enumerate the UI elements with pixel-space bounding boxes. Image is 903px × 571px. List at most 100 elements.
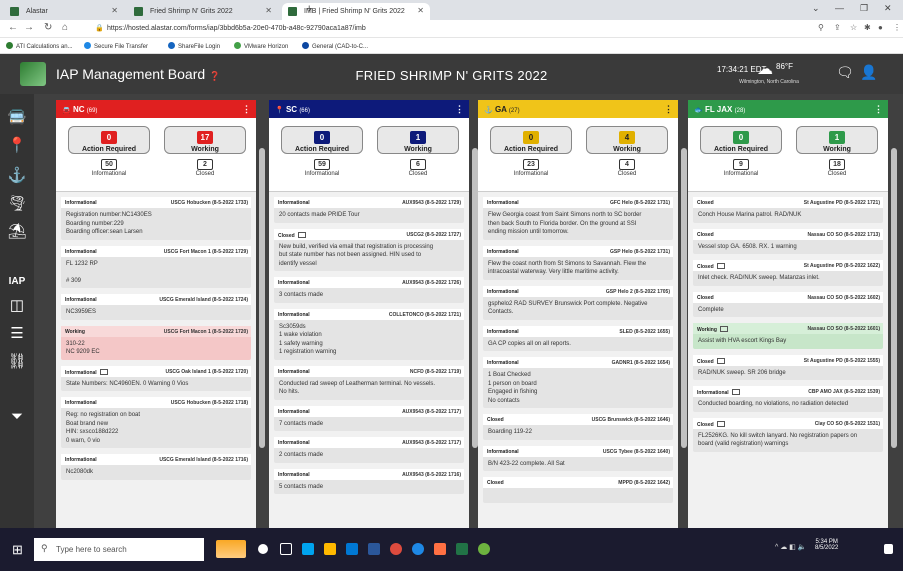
working-stat[interactable]: 1 Working bbox=[796, 126, 878, 154]
close-window-icon[interactable]: ✕ bbox=[884, 3, 892, 14]
working-stat[interactable]: 17 Working bbox=[164, 126, 246, 154]
firefox-icon[interactable] bbox=[434, 543, 446, 555]
notification-icon[interactable] bbox=[884, 544, 893, 554]
column-menu-icon[interactable]: ⋮ bbox=[664, 104, 673, 115]
column-scrollbar[interactable] bbox=[681, 148, 687, 448]
report-card[interactable]: Closed USCG2 (8-5-2022 1727) New build, ve… bbox=[274, 228, 464, 271]
report-card[interactable]: Informational AUX9543 (8-5-2022 1716) 5 co… bbox=[274, 468, 464, 494]
column-menu-icon[interactable]: ⋮ bbox=[455, 104, 464, 115]
attachment-icon[interactable] bbox=[731, 389, 740, 395]
working-stat[interactable]: 1 Working bbox=[377, 126, 459, 154]
report-card[interactable]: Closed St Augustine PD (8-5-2022 1622) Inl… bbox=[693, 260, 883, 286]
excel-icon[interactable] bbox=[456, 543, 468, 555]
back-icon[interactable]: ← bbox=[8, 22, 18, 33]
action-required-stat[interactable]: 0 Action Required bbox=[68, 126, 150, 154]
report-card[interactable]: Informational GADNR1 (8-5-2022 1654) 1 Boa… bbox=[483, 357, 673, 408]
iap-link[interactable]: IAP bbox=[0, 276, 34, 287]
closed-stat[interactable]: 6 Closed bbox=[377, 159, 459, 177]
report-card[interactable]: Closed St Augustine PD (8-5-2022 1721) Con… bbox=[693, 197, 883, 223]
bookmark-vmware[interactable]: VMware Horizon bbox=[234, 42, 288, 50]
attachment-icon[interactable] bbox=[716, 263, 725, 269]
action-required-stat[interactable]: 0 Action Required bbox=[490, 126, 572, 154]
outlook-icon[interactable] bbox=[346, 543, 358, 555]
working-stat[interactable]: 4 Working bbox=[586, 126, 668, 154]
report-card[interactable]: Informational USCG Hobucken (8-5-2022 173… bbox=[61, 197, 251, 240]
report-card[interactable]: Informational USCG Tybee (8-5-2022 1640) B… bbox=[483, 445, 673, 471]
org-chart-icon[interactable]: ⛓ bbox=[0, 352, 34, 370]
file-explorer-icon[interactable] bbox=[324, 543, 336, 555]
report-card[interactable]: Closed MPPD (8-5-2022 1642) bbox=[483, 477, 673, 503]
column-header[interactable]: ⚓ GA (27) ⋮ bbox=[478, 100, 678, 118]
report-card[interactable]: Informational AUX9543 (8-5-2022 1726) 3 co… bbox=[274, 277, 464, 303]
report-card[interactable]: Working Nassau CO SO (8-5-2022 1601) Assis… bbox=[693, 323, 883, 349]
app-icon[interactable] bbox=[478, 543, 490, 555]
bookmark-star-icon[interactable]: ☆ bbox=[850, 23, 857, 32]
bookmark-secure-file[interactable]: Secure File Transfer bbox=[84, 42, 148, 50]
home-icon[interactable]: ⌂ bbox=[62, 22, 68, 33]
tab-search-chevron-icon[interactable]: ⌄ bbox=[812, 3, 820, 14]
report-card[interactable]: Closed Nassau CO SO (8-5-2022 1602) Comple… bbox=[693, 291, 883, 317]
bookmark-ati[interactable]: ATI Calculations an... bbox=[6, 42, 73, 50]
browser-tab-imb[interactable]: IMB | Fried Shrimp N' Grits 2022 ✕ bbox=[282, 3, 430, 20]
bookmark-general[interactable]: General (CAD-to-C... bbox=[302, 42, 368, 50]
taskbar-clock[interactable]: 5:34 PM 8/5/2022 bbox=[815, 539, 838, 551]
report-card[interactable]: Informational USCG Emerald Island (8-5-20… bbox=[61, 454, 251, 480]
restore-icon[interactable]: ❐ bbox=[860, 3, 868, 14]
column-header[interactable]: 🐟 FL JAX (28) ⋮ bbox=[688, 100, 888, 118]
attachment-icon[interactable] bbox=[716, 420, 725, 427]
board-icon[interactable]: ◫ bbox=[0, 296, 34, 314]
attachment-icon[interactable] bbox=[719, 326, 728, 332]
report-card[interactable]: Informational SLED (8-5-2022 1655) GA CP c… bbox=[483, 325, 673, 351]
browser-tab-alastar[interactable]: Alastar ✕ bbox=[4, 3, 124, 20]
beach-umbrella-icon[interactable]: ⛱ bbox=[0, 222, 34, 240]
report-card[interactable]: Informational GSP Helo 2 (8-5-2022 1705) g… bbox=[483, 285, 673, 320]
report-card[interactable]: Informational USCG Emerald Island (8-5-20… bbox=[61, 294, 251, 320]
report-card[interactable]: Informational USCG Oak Island 1 (8-5-2022… bbox=[61, 365, 251, 391]
report-card[interactable]: Informational AUX9543 (8-5-2022 1729) 20 c… bbox=[274, 197, 464, 223]
report-card[interactable]: Closed Clay CO SO (8-5-2022 1531) FL2526KG… bbox=[693, 417, 883, 452]
word-icon[interactable] bbox=[368, 543, 380, 555]
anchor-icon[interactable]: ⚓ bbox=[0, 166, 34, 184]
browser-tab-fried-shrimp[interactable]: Fried Shrimp N' Grits 2022 ✕ bbox=[128, 3, 278, 20]
report-card[interactable]: Informational USCG Hobucken (8-5-2022 171… bbox=[61, 397, 251, 448]
reload-icon[interactable]: ↻ bbox=[44, 22, 52, 33]
report-card[interactable]: Informational AUX9543 (8-5-2022 1717) 2 co… bbox=[274, 437, 464, 463]
cortana-icon[interactable] bbox=[258, 544, 268, 554]
system-tray-icons[interactable]: ^ ☁ ◧ 🔈 bbox=[775, 543, 806, 551]
report-card[interactable]: Working USCG Fort Macon 1 (8-5-2022 1720)… bbox=[61, 325, 251, 360]
weather-widget-icon[interactable] bbox=[216, 540, 246, 558]
minimize-icon[interactable]: — bbox=[835, 3, 844, 13]
column-scrollbar[interactable] bbox=[259, 148, 265, 448]
menu-kebab-icon[interactable]: ⋮ bbox=[893, 23, 901, 32]
informational-stat[interactable]: 9 Informational bbox=[700, 159, 782, 177]
close-tab-icon[interactable]: ✕ bbox=[417, 6, 424, 15]
column-menu-icon[interactable]: ⋮ bbox=[874, 104, 883, 115]
skype-icon[interactable] bbox=[302, 543, 314, 555]
close-tab-icon[interactable]: ✕ bbox=[111, 6, 118, 15]
vehicle-icon[interactable]: 🚍 bbox=[0, 108, 34, 126]
filter-icon[interactable]: ⏷ bbox=[0, 408, 34, 425]
user-settings-icon[interactable]: 👤 bbox=[860, 64, 877, 81]
closed-stat[interactable]: 4 Closed bbox=[586, 159, 668, 177]
close-tab-icon[interactable]: ✕ bbox=[265, 6, 272, 15]
action-required-stat[interactable]: 0 Action Required bbox=[700, 126, 782, 154]
informational-stat[interactable]: 23 Informational bbox=[490, 159, 572, 177]
closed-stat[interactable]: 2 Closed bbox=[164, 159, 246, 177]
weather-storm-icon[interactable]: 🌪 bbox=[0, 194, 34, 212]
column-menu-icon[interactable]: ⋮ bbox=[242, 104, 251, 115]
forward-icon[interactable]: → bbox=[24, 22, 34, 33]
chat-icon[interactable]: 🗨 bbox=[836, 64, 854, 81]
windows-start-icon[interactable]: ⊞ bbox=[12, 542, 23, 558]
column-header[interactable]: 🚘 NC (69) ⋮ bbox=[56, 100, 256, 118]
report-card[interactable]: Informational GSP Helo (8-5-2022 1731) Fle… bbox=[483, 245, 673, 280]
report-card[interactable]: Closed USCG Brunswick (8-5-2022 1646) Boar… bbox=[483, 414, 673, 440]
report-card[interactable]: Informational CBP AMO JAX (8-5-2022 1539)… bbox=[693, 386, 883, 412]
report-card[interactable]: Informational NCFD (8-5-2022 1719) Conduct… bbox=[274, 365, 464, 400]
report-card[interactable]: Informational AUX9543 (8-5-2022 1717) 7 co… bbox=[274, 405, 464, 431]
informational-stat[interactable]: 59 Informational bbox=[281, 159, 363, 177]
url-field[interactable]: 🔒 https://hosted.alastar.com/forms/iap/3b… bbox=[95, 22, 795, 36]
zoom-icon[interactable]: ⚲ bbox=[818, 23, 824, 32]
attachment-icon[interactable] bbox=[99, 368, 108, 375]
list-icon[interactable]: ☰ bbox=[0, 324, 34, 342]
new-tab-button[interactable]: + bbox=[306, 3, 312, 15]
